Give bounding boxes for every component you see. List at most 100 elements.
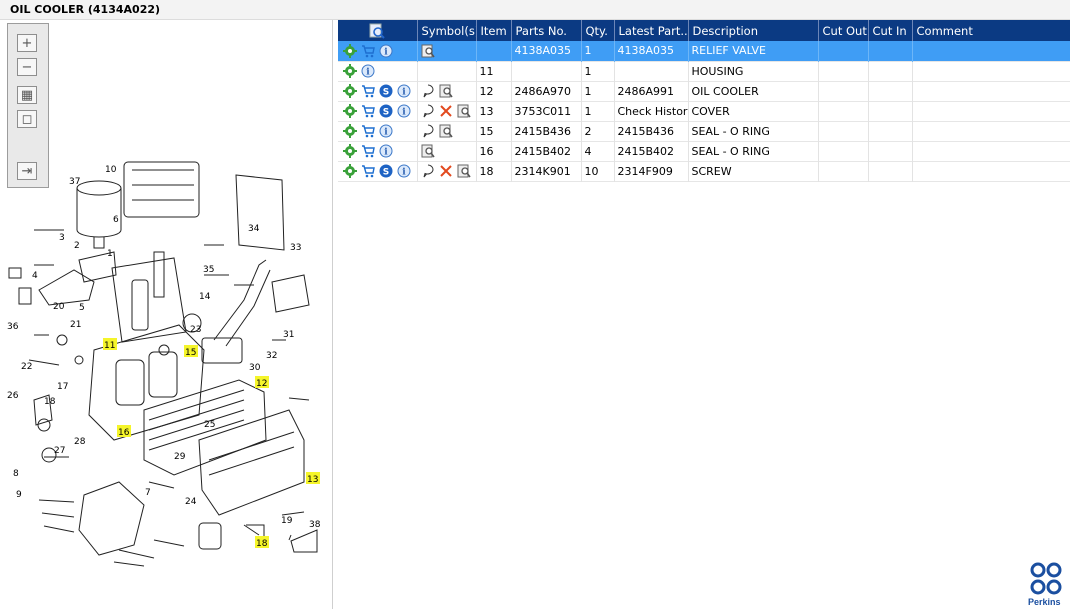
callout-32[interactable]: 32 bbox=[266, 351, 277, 361]
row-actions-cell[interactable]: i bbox=[338, 121, 418, 141]
magnify-book-icon[interactable] bbox=[421, 44, 435, 58]
table-row[interactable]: Si 18 2314K901 10 2314F909 SCREW bbox=[338, 161, 1070, 181]
cross-icon[interactable] bbox=[439, 104, 453, 118]
row-symbols-cell[interactable] bbox=[417, 121, 477, 141]
column-header-actions[interactable] bbox=[338, 20, 418, 41]
row-actions-cell[interactable]: Si bbox=[338, 81, 418, 101]
callout-35[interactable]: 35 bbox=[203, 265, 214, 275]
callout-23[interactable]: 23 bbox=[190, 325, 201, 335]
callout-25[interactable]: 25 bbox=[204, 420, 215, 430]
callout-13[interactable]: 13 bbox=[307, 475, 318, 485]
gear-icon[interactable] bbox=[343, 124, 357, 138]
callout-36[interactable]: 36 bbox=[7, 322, 19, 332]
table-row[interactable]: i 15 2415B436 2 2415B436 SEAL - O RING bbox=[338, 121, 1070, 141]
fit-all-button[interactable]: ▦ bbox=[17, 86, 37, 104]
cart-icon[interactable] bbox=[361, 164, 375, 178]
magnify-book-icon[interactable] bbox=[439, 84, 453, 98]
info-icon[interactable]: i bbox=[397, 84, 411, 98]
callout-12[interactable]: 12 bbox=[256, 379, 267, 389]
row-symbols-cell[interactable] bbox=[417, 81, 477, 101]
column-header-qty[interactable]: Qty. bbox=[581, 20, 615, 41]
table-row[interactable]: i 16 2415B402 4 2415B402 SEAL - O RING bbox=[338, 141, 1070, 161]
info-icon[interactable]: i bbox=[397, 104, 411, 118]
magnify-book-icon[interactable] bbox=[439, 124, 453, 138]
callout-8[interactable]: 8 bbox=[13, 469, 19, 479]
exploded-diagram-panel[interactable]: 10 37 6 1 3 2 4 5 20 21 36 22 11 17 26 1… bbox=[4, 20, 333, 609]
callout-31[interactable]: 31 bbox=[283, 330, 294, 340]
callout-20[interactable]: 20 bbox=[53, 302, 65, 312]
table-row[interactable]: i 11 1 HOUSING bbox=[338, 61, 1070, 81]
column-header-item[interactable]: Item bbox=[476, 20, 512, 41]
column-header-latest-part[interactable]: Latest Part... bbox=[614, 20, 689, 41]
info-icon[interactable]: i bbox=[397, 164, 411, 178]
callout-38[interactable]: 38 bbox=[309, 520, 321, 530]
service-icon[interactable]: S bbox=[379, 104, 393, 118]
column-header-symbols[interactable]: Symbol(s) bbox=[417, 20, 477, 41]
callout-14[interactable]: 14 bbox=[199, 292, 211, 302]
callout-21[interactable]: 21 bbox=[70, 320, 81, 330]
bubble-icon[interactable] bbox=[421, 84, 435, 98]
actual-size-button[interactable]: ◻ bbox=[17, 110, 37, 128]
gear-icon[interactable] bbox=[343, 84, 357, 98]
callout-33[interactable]: 33 bbox=[290, 243, 301, 253]
callout-24[interactable]: 24 bbox=[185, 497, 197, 507]
bubble-icon[interactable] bbox=[421, 124, 435, 138]
callout-22[interactable]: 22 bbox=[21, 362, 32, 372]
callout-7[interactable]: 7 bbox=[145, 488, 151, 498]
magnify-book-icon[interactable] bbox=[457, 164, 471, 178]
magnify-book-icon[interactable] bbox=[457, 104, 471, 118]
zoom-out-button[interactable]: − bbox=[17, 58, 37, 76]
table-row[interactable]: Si 12 2486A970 1 2486A991 OIL COOLER bbox=[338, 81, 1070, 101]
callout-3[interactable]: 3 bbox=[59, 233, 65, 243]
service-icon[interactable]: S bbox=[379, 164, 393, 178]
column-header-part-no[interactable]: Parts No. bbox=[511, 20, 582, 41]
callout-6[interactable]: 6 bbox=[113, 215, 119, 225]
row-symbols-cell[interactable] bbox=[417, 141, 477, 161]
callout-37[interactable]: 37 bbox=[69, 177, 80, 187]
callout-26[interactable]: 26 bbox=[7, 391, 19, 401]
export-button[interactable]: ⇥ bbox=[17, 162, 37, 180]
callout-17[interactable]: 17 bbox=[57, 382, 68, 392]
cart-icon[interactable] bbox=[361, 124, 375, 138]
service-icon[interactable]: S bbox=[379, 84, 393, 98]
gear-icon[interactable] bbox=[343, 144, 357, 158]
magnify-book-icon[interactable] bbox=[421, 144, 435, 158]
cart-icon[interactable] bbox=[361, 144, 375, 158]
callout-10[interactable]: 10 bbox=[105, 165, 117, 175]
callout-34[interactable]: 34 bbox=[248, 224, 260, 234]
callout-18[interactable]: 18 bbox=[44, 397, 56, 407]
row-symbols-cell[interactable] bbox=[417, 61, 477, 81]
row-actions-cell[interactable]: Si bbox=[338, 161, 418, 181]
callout-11[interactable]: 11 bbox=[104, 341, 115, 351]
callout-5[interactable]: 5 bbox=[79, 303, 85, 313]
callout-16[interactable]: 16 bbox=[118, 428, 130, 438]
gear-icon[interactable] bbox=[343, 104, 357, 118]
column-header-cut-out[interactable]: Cut Out bbox=[818, 20, 869, 41]
cross-icon[interactable] bbox=[439, 164, 453, 178]
callout-18b[interactable]: 18 bbox=[256, 539, 268, 549]
column-header-cut-in[interactable]: Cut In bbox=[868, 20, 913, 41]
info-icon[interactable]: i bbox=[361, 64, 375, 78]
row-symbols-cell[interactable] bbox=[417, 101, 477, 121]
callout-29[interactable]: 29 bbox=[174, 452, 186, 462]
bubble-icon[interactable] bbox=[421, 164, 435, 178]
search-catalog-icon[interactable] bbox=[369, 23, 385, 39]
cart-icon[interactable] bbox=[361, 104, 375, 118]
bubble-icon[interactable] bbox=[421, 104, 435, 118]
row-symbols-cell[interactable] bbox=[417, 161, 477, 181]
column-header-description[interactable]: Description bbox=[688, 20, 819, 41]
info-icon[interactable]: i bbox=[379, 124, 393, 138]
callout-27[interactable]: 27 bbox=[54, 446, 65, 456]
callout-1[interactable]: 1 bbox=[107, 249, 113, 259]
callout-4[interactable]: 4 bbox=[32, 271, 38, 281]
row-actions-cell[interactable]: i bbox=[338, 41, 418, 61]
callout-28[interactable]: 28 bbox=[74, 437, 86, 447]
table-row[interactable]: Si 13 3753C011 1 Check History COVER bbox=[338, 101, 1070, 121]
row-symbols-cell[interactable] bbox=[417, 41, 477, 61]
gear-icon[interactable] bbox=[343, 43, 357, 58]
callout-19[interactable]: 19 bbox=[281, 516, 293, 526]
cart-icon[interactable] bbox=[361, 84, 375, 98]
zoom-in-button[interactable]: + bbox=[17, 34, 37, 52]
gear-icon[interactable] bbox=[343, 164, 357, 178]
callout-9[interactable]: 9 bbox=[16, 490, 22, 500]
